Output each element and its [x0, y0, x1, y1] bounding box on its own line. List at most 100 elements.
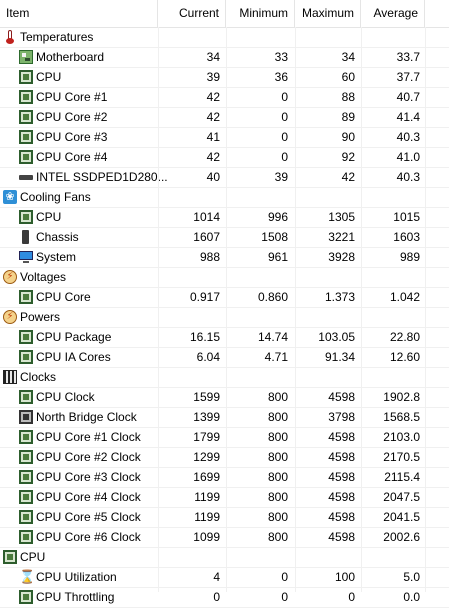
chip-icon [19, 490, 33, 504]
sensor-row[interactable]: CPU Core #1 Clock 1799 800 4598 2103.0 [0, 428, 449, 448]
sensor-row[interactable]: CPU IA Cores 6.04 4.71 91.34 12.60 [0, 348, 449, 368]
sensor-row[interactable]: CPU 1014 996 1305 1015 [0, 208, 449, 228]
group-row[interactable]: ⚡ Voltages [0, 268, 449, 288]
minimum-value: 14.74 [257, 330, 288, 344]
sensor-row[interactable]: CPU 39 36 60 37.7 [0, 68, 449, 88]
sensor-row[interactable]: CPU Core #2 42 0 89 41.4 [0, 108, 449, 128]
hourglass-icon: ⌛ [19, 569, 36, 584]
current-value: 41 [206, 130, 220, 144]
column-header-minimum[interactable]: Minimum [226, 0, 295, 27]
group-row[interactable]: ⚡ Powers [0, 308, 449, 328]
average-value: 2002.6 [383, 530, 420, 544]
column-header-average[interactable]: Average [361, 0, 425, 27]
average-value: 40.3 [396, 170, 420, 184]
minimum-value: 0 [281, 150, 288, 164]
sensor-row[interactable]: North Bridge Clock 1399 800 3798 1568.5 [0, 408, 449, 428]
chip-icon [19, 150, 33, 164]
sensor-label: CPU Package [36, 330, 112, 344]
sensor-row[interactable]: INTEL SSDPED1D280... 40 39 42 40.3 [0, 168, 449, 188]
group-row[interactable]: Clocks [0, 368, 449, 388]
average-value: 40.7 [396, 90, 420, 104]
chip-icon [19, 330, 33, 344]
current-value: 0 [213, 590, 220, 604]
minimum-value: 0.860 [257, 290, 288, 304]
minimum-value: 800 [267, 510, 288, 524]
minimum-value: 33 [274, 50, 288, 64]
average-value: 41.0 [396, 150, 420, 164]
sensor-row[interactable]: CPU Core #1 42 0 88 40.7 [0, 88, 449, 108]
average-value: 1568.5 [383, 410, 420, 424]
maximum-value: 4598 [328, 530, 355, 544]
minimum-value: 961 [267, 250, 288, 264]
sensor-label: CPU Core #3 [36, 130, 108, 144]
minimum-value: 800 [267, 530, 288, 544]
average-value: 2103.0 [383, 430, 420, 444]
column-divider [361, 27, 362, 592]
sensor-label: CPU Core #4 [36, 150, 108, 164]
current-value: 1699 [193, 470, 220, 484]
average-value: 2047.5 [383, 490, 420, 504]
sensor-label: CPU [36, 70, 62, 84]
group-row[interactable]: CPU [0, 548, 449, 568]
minimum-value: 800 [267, 430, 288, 444]
group-label: Clocks [20, 370, 57, 384]
sensor-row[interactable]: Motherboard 34 33 34 33.7 [0, 48, 449, 68]
column-header-current[interactable]: Current [158, 0, 226, 27]
chip-icon [19, 350, 33, 364]
column-header-maximum[interactable]: Maximum [295, 0, 361, 27]
clocks-icon [3, 370, 17, 384]
maximum-value: 42 [341, 170, 355, 184]
group-label: Powers [20, 310, 61, 324]
maximum-value: 92 [341, 150, 355, 164]
current-value: 988 [199, 250, 220, 264]
sensor-row[interactable]: CPU Core 0.917 0.860 1.373 1.042 [0, 288, 449, 308]
maximum-value: 88 [341, 90, 355, 104]
chip-icon [19, 70, 33, 84]
maximum-value: 4598 [328, 430, 355, 444]
average-value: 37.7 [396, 70, 420, 84]
current-value: 16.15 [189, 330, 220, 344]
maximum-value: 4598 [328, 450, 355, 464]
chip-icon [19, 450, 33, 464]
sensor-label: System [36, 250, 77, 264]
sensor-row[interactable]: CPU Clock 1599 800 4598 1902.8 [0, 388, 449, 408]
maximum-value: 89 [341, 110, 355, 124]
average-value: 2170.5 [383, 450, 420, 464]
sensor-row[interactable]: CPU Core #5 Clock 1199 800 4598 2041.5 [0, 508, 449, 528]
current-value: 1299 [193, 450, 220, 464]
sensor-row[interactable]: System 988 961 3928 989 [0, 248, 449, 268]
group-row[interactable]: ❀ Cooling Fans [0, 188, 449, 208]
average-value: 1603 [393, 230, 420, 244]
sensor-label: CPU Core #3 Clock [36, 470, 141, 484]
maximum-value: 60 [341, 70, 355, 84]
sensor-row[interactable]: CPU Core #4 42 0 92 41.0 [0, 148, 449, 168]
sensor-label: CPU Utilization [36, 570, 117, 584]
sensor-row[interactable]: CPU Core #3 41 0 90 40.3 [0, 128, 449, 148]
current-value: 1099 [193, 530, 220, 544]
sensor-label: CPU [36, 210, 62, 224]
chip-icon [19, 590, 33, 604]
average-value: 989 [399, 250, 420, 264]
sensor-row[interactable]: CPU Package 16.15 14.74 103.05 22.80 [0, 328, 449, 348]
maximum-value: 4598 [328, 470, 355, 484]
column-header-item[interactable]: Item [0, 0, 158, 27]
sensor-row[interactable]: CPU Core #4 Clock 1199 800 4598 2047.5 [0, 488, 449, 508]
sensor-row[interactable]: CPU Core #2 Clock 1299 800 4598 2170.5 [0, 448, 449, 468]
current-value: 1607 [193, 230, 220, 244]
sensor-row[interactable]: CPU Core #3 Clock 1699 800 4598 2115.4 [0, 468, 449, 488]
sensor-row[interactable]: Chassis 1607 1508 3221 1603 [0, 228, 449, 248]
sensor-label: CPU Core #4 Clock [36, 490, 141, 504]
maximum-value: 3221 [328, 230, 355, 244]
sensor-row[interactable]: CPU Core #6 Clock 1099 800 4598 2002.6 [0, 528, 449, 548]
sensor-row[interactable]: ⌛ CPU Utilization 4 0 100 5.0 [0, 568, 449, 588]
chip-icon [19, 130, 33, 144]
northbridge-icon [19, 410, 33, 424]
current-value: 42 [206, 150, 220, 164]
average-value: 41.4 [396, 110, 420, 124]
current-value: 1799 [193, 430, 220, 444]
current-value: 4 [213, 570, 220, 584]
group-row[interactable]: Temperatures [0, 28, 449, 48]
sensor-row[interactable]: CPU Throttling 0 0 0 0.0 [0, 588, 449, 608]
sensor-label: CPU IA Cores [36, 350, 111, 364]
sensor-label: Motherboard [36, 50, 105, 64]
